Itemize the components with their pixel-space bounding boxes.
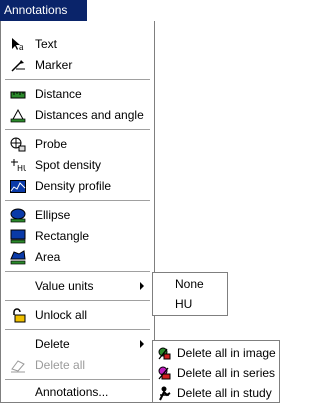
menu-item-label: Unlock all [35,308,88,322]
probe-icon [10,137,26,152]
menu-item-delete[interactable]: Delete [1,334,154,355]
menu-separator [5,379,150,381]
menu-item-label: Delete [35,337,70,351]
menu-separator [5,271,150,273]
menu-item-rectangle[interactable]: Rectangle [1,226,154,247]
ruler-icon [10,91,26,99]
area-icon [10,250,26,265]
submenu-item-label: Delete all in study [177,386,272,400]
delete-submenu: Delete all in image Delete all in series… [152,340,280,403]
menu-item-label: Density profile [35,179,112,193]
ellipse-icon [10,208,26,223]
menu-item-label: Ellipse [35,208,71,222]
menu-item-label: Area [35,250,61,264]
menu-separator [5,329,150,331]
annotations-menu: a Text Marker Distance Distances and ang… [0,21,155,403]
submenu-item-delete-all-in-series[interactable]: Delete all in series [153,363,279,384]
menu-item-label: Annotations... [35,385,109,399]
submenu-item-delete-all-in-image[interactable]: Delete all in image [153,343,279,364]
value-units-submenu: None HU [152,272,228,316]
menu-item-label: Probe [35,137,68,151]
angle-icon [10,108,26,123]
submenu-arrow-icon [140,340,144,348]
menu-item-label: Rectangle [35,229,90,243]
delete-study-icon [159,386,171,401]
delete-series-icon [158,366,171,380]
svg-text:HU: HU [17,164,26,173]
menu-item-label: Distances and angle [35,108,144,122]
submenu-item-label: None [175,277,204,291]
submenu-arrow-icon [140,282,144,290]
submenu-item-hu[interactable]: HU [153,294,227,315]
delete-image-icon [158,347,171,360]
menu-item-annotations-dialog[interactable]: Annotations... [1,382,154,403]
svg-text:a: a [19,42,24,52]
annotations-menu-title[interactable]: Annotations [0,0,87,21]
lock-icon [13,308,26,323]
submenu-item-delete-all-in-study[interactable]: Delete all in study [153,383,279,404]
menu-item-unlock-all[interactable]: Unlock all [1,305,154,326]
menu-item-label: Value units [35,279,94,293]
submenu-item-label: Delete all in series [177,366,276,380]
menu-item-distances-and-angle[interactable]: Distances and angle [1,105,154,126]
menu-separator [5,200,150,202]
menu-item-probe[interactable]: Probe [1,134,154,155]
menu-separator [5,79,150,81]
menu-item-ellipse[interactable]: Ellipse [1,205,154,226]
menu-item-distance[interactable]: Distance [1,84,154,105]
menu-item-label: Spot density [35,158,102,172]
submenu-item-none[interactable]: None [153,274,227,295]
submenu-item-label: HU [175,297,193,311]
eraser-icon [11,360,25,373]
text-cursor-icon: a [12,38,24,52]
menu-item-density-profile[interactable]: Density profile [1,176,154,197]
menu-item-text[interactable]: a Text [1,34,154,55]
menu-item-delete-all: Delete all [1,355,154,376]
submenu-item-label: Delete all in image [177,346,276,360]
density-profile-icon [10,180,26,193]
menu-separator [5,300,150,302]
spot-density-icon: HU [11,159,26,173]
menu-item-label: Text [35,37,58,51]
menu-item-marker[interactable]: Marker [1,55,154,76]
menu-item-label: Delete all [35,358,86,372]
menu-item-label: Marker [35,58,73,72]
menu-item-spot-density[interactable]: HU Spot density [1,155,154,176]
rectangle-icon [10,229,26,244]
menu-item-label: Distance [35,87,82,101]
menu-item-value-units[interactable]: Value units [1,276,154,297]
marker-icon [11,60,25,72]
menu-item-area[interactable]: Area [1,247,154,268]
menu-separator [5,129,150,131]
